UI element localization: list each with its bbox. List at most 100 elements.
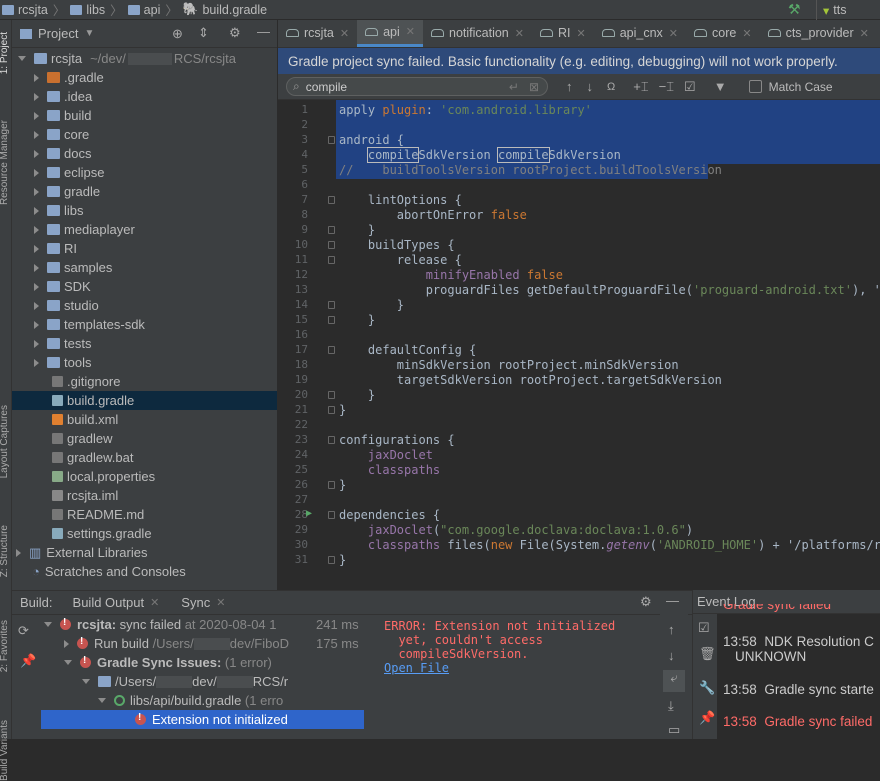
- close-icon[interactable]: ✕: [860, 27, 869, 40]
- chevron-right-icon[interactable]: [34, 73, 39, 82]
- build-row-path[interactable]: /Users/ dev/ RCS/r: [82, 672, 364, 691]
- fold-marker-icon[interactable]: [328, 511, 335, 519]
- down-arrow-icon[interactable]: ↓: [668, 648, 675, 663]
- tree-item[interactable]: tools: [12, 353, 277, 372]
- close-icon[interactable]: ✕: [742, 27, 751, 40]
- chevron-down-icon[interactable]: ▼: [84, 28, 94, 39]
- add-selection-icon[interactable]: +⌶: [633, 79, 648, 95]
- open-file-link[interactable]: Open File: [384, 661, 662, 675]
- tree-root[interactable]: rcsjta ~/dev/ RCS/rcsjta: [12, 49, 277, 68]
- event-text[interactable]: Gradle sync failed: [764, 714, 872, 729]
- mark-read-icon[interactable]: ☑: [698, 620, 710, 636]
- tool-window-favorites[interactable]: 2: Favorites: [0, 620, 10, 672]
- chevron-down-icon[interactable]: [18, 56, 26, 61]
- clear-icon[interactable]: ⊠: [529, 80, 539, 94]
- fold-marker-icon[interactable]: [328, 481, 335, 489]
- build-row-root[interactable]: rcsjta: sync failed at 2020-08-04 1 241 …: [44, 615, 364, 634]
- chevron-right-icon[interactable]: [34, 282, 39, 291]
- fold-marker-icon[interactable]: [328, 346, 335, 354]
- fold-marker-icon[interactable]: [328, 256, 335, 264]
- code-editor[interactable]: 1 apply plugin: 'com.android.library' 2 3 an…: [278, 100, 880, 590]
- find-all-icon[interactable]: Ω: [607, 81, 615, 93]
- tree-external-libraries[interactable]: ▥ External Libraries: [12, 543, 277, 562]
- editor-tab[interactable]: api ✕: [357, 20, 423, 47]
- next-occurrence-icon[interactable]: ↓: [587, 79, 594, 94]
- fold-marker-icon[interactable]: [328, 196, 335, 204]
- tree-item[interactable]: build: [12, 106, 277, 125]
- close-icon[interactable]: ✕: [406, 25, 415, 38]
- chevron-right-icon[interactable]: [34, 225, 39, 234]
- build-row-sync-issues[interactable]: Gradle Sync Issues: (1 error): [64, 653, 364, 672]
- sync-icon[interactable]: ⟳: [18, 623, 29, 639]
- run-gutter-icon[interactable]: ▶: [306, 508, 312, 519]
- tree-item[interactable]: build.xml: [12, 410, 277, 429]
- print-icon[interactable]: ▭: [668, 722, 680, 738]
- fold-marker-icon[interactable]: [328, 136, 335, 144]
- locate-icon[interactable]: ⊕: [172, 26, 183, 42]
- chevron-right-icon[interactable]: [34, 187, 39, 196]
- tree-item[interactable]: .gitignore: [12, 372, 277, 391]
- chevron-right-icon[interactable]: [34, 168, 39, 177]
- tree-item[interactable]: mediaplayer: [12, 220, 277, 239]
- tree-item[interactable]: eclipse: [12, 163, 277, 182]
- tool-window-project[interactable]: 1: Project: [0, 32, 10, 74]
- tree-item[interactable]: build.gradle: [12, 391, 277, 410]
- search-input[interactable]: ⌕ compile ↵ ⊠: [286, 77, 548, 96]
- tree-scratches[interactable]: ◔ Scratches and Consoles: [12, 562, 277, 581]
- chevron-right-icon[interactable]: [34, 92, 39, 101]
- build-row-file[interactable]: libs/api/build.gradle (1 erro: [98, 691, 364, 710]
- tool-window-layout-captures[interactable]: Layout Captures: [0, 405, 10, 478]
- tree-item[interactable]: docs: [12, 144, 277, 163]
- tree-item[interactable]: gradle: [12, 182, 277, 201]
- collapse-all-icon[interactable]: ⇕: [198, 25, 209, 41]
- close-icon[interactable]: ✕: [576, 27, 585, 40]
- select-all-icon[interactable]: ☑: [684, 79, 696, 95]
- build-row-run[interactable]: Run build /Users/ dev/FiboD 175 ms: [64, 634, 364, 653]
- tree-item[interactable]: libs: [12, 201, 277, 220]
- filter-icon[interactable]: ▼: [714, 79, 727, 94]
- tree-item[interactable]: .idea: [12, 87, 277, 106]
- fold-marker-icon[interactable]: [328, 436, 335, 444]
- chevron-right-icon[interactable]: [34, 206, 39, 215]
- chevron-right-icon[interactable]: [34, 244, 39, 253]
- editor-tab[interactable]: core ✕: [686, 20, 760, 47]
- tool-window-resource-manager[interactable]: Resource Manager: [0, 120, 10, 205]
- tree-item[interactable]: local.properties: [12, 467, 277, 486]
- breadcrumb-item-build-gradle[interactable]: build.gradle: [202, 3, 267, 17]
- tool-window-build-variants[interactable]: Build Variants: [0, 720, 10, 781]
- tree-item[interactable]: studio: [12, 296, 277, 315]
- event-text[interactable]: Gradle sync starte: [764, 682, 874, 697]
- project-view-select[interactable]: Project: [38, 26, 78, 41]
- fold-marker-icon[interactable]: [328, 301, 335, 309]
- close-icon[interactable]: ✕: [340, 27, 349, 40]
- editor-tab[interactable]: RI ✕: [532, 20, 594, 47]
- editor-tab[interactable]: rcsjta ✕: [278, 20, 357, 47]
- tree-item[interactable]: README.md: [12, 505, 277, 524]
- tree-item[interactable]: SDK: [12, 277, 277, 296]
- gear-icon[interactable]: ⚙: [229, 25, 241, 41]
- minimize-icon[interactable]: —: [257, 24, 270, 39]
- fold-marker-icon[interactable]: [328, 226, 335, 234]
- fold-marker-icon[interactable]: [328, 316, 335, 324]
- tree-item[interactable]: gradlew.bat: [12, 448, 277, 467]
- scroll-end-icon[interactable]: ⤓: [668, 698, 674, 714]
- match-case-checkbox[interactable]: [748, 80, 762, 93]
- chevron-down-icon[interactable]: [64, 660, 72, 665]
- tool-window-structure[interactable]: Z: Structure: [0, 525, 10, 577]
- editor-tab[interactable]: notification ✕: [423, 20, 532, 47]
- event-text[interactable]: NDK Resolution C: [764, 634, 874, 649]
- close-icon[interactable]: ✕: [150, 596, 159, 609]
- up-arrow-icon[interactable]: ↑: [668, 622, 675, 637]
- tree-item[interactable]: tests: [12, 334, 277, 353]
- chevron-right-icon[interactable]: [64, 639, 69, 648]
- fold-marker-icon[interactable]: [328, 241, 335, 249]
- wrench-icon[interactable]: 🔧: [699, 680, 715, 696]
- tree-item[interactable]: samples: [12, 258, 277, 277]
- gear-icon[interactable]: ⚙: [640, 594, 652, 610]
- pin-icon[interactable]: 📌: [20, 653, 36, 669]
- breadcrumb-item-api[interactable]: api: [144, 3, 161, 17]
- chevron-down-icon[interactable]: [82, 679, 90, 684]
- tab-build-output[interactable]: Build Output: [73, 595, 145, 610]
- trash-icon[interactable]: 🗑: [699, 646, 716, 662]
- tree-item[interactable]: rcsjta.iml: [12, 486, 277, 505]
